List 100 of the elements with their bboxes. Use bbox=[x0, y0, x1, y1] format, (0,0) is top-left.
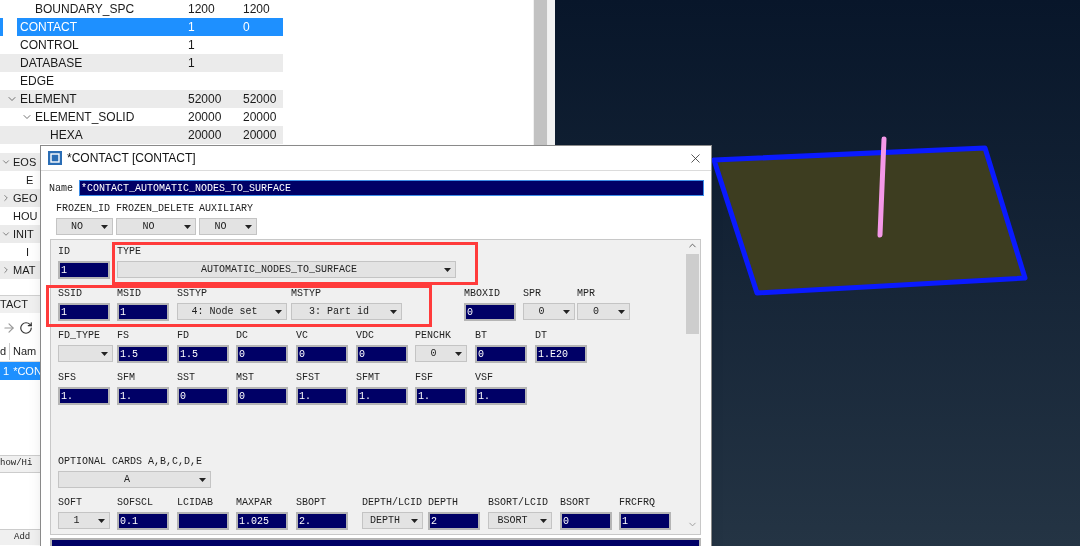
field-label: BT bbox=[475, 329, 487, 343]
column-header[interactable]: d bbox=[0, 343, 10, 360]
input-field[interactable]: 0.1 bbox=[117, 512, 169, 530]
input-field[interactable] bbox=[177, 512, 229, 530]
input-field[interactable]: 1. bbox=[296, 387, 348, 405]
text-field[interactable] bbox=[50, 538, 701, 546]
field-label: DEPTH bbox=[428, 496, 458, 510]
field-label: VSF bbox=[475, 371, 493, 385]
dropdown[interactable]: 0 bbox=[523, 303, 575, 320]
field-label: FRCFRQ bbox=[619, 496, 655, 510]
dropdown[interactable] bbox=[58, 345, 113, 362]
input-field[interactable]: 0 bbox=[475, 345, 527, 363]
name-field[interactable]: *CONTACT_AUTOMATIC_NODES_TO_SURFACE bbox=[79, 180, 704, 196]
field-label: FD_TYPE bbox=[58, 329, 100, 343]
count-cell-text: 20000 bbox=[188, 127, 223, 144]
dropdown[interactable]: 0 bbox=[415, 345, 467, 362]
chevron-right-icon[interactable] bbox=[1, 265, 11, 275]
dropdown[interactable]: BSORT bbox=[488, 512, 552, 529]
input-field[interactable]: 1. bbox=[415, 387, 467, 405]
field-label: ID bbox=[58, 245, 70, 259]
field-label: PENCHK bbox=[415, 329, 451, 343]
dropdown[interactable]: NO bbox=[116, 218, 196, 235]
input-field[interactable]: 0 bbox=[296, 345, 348, 363]
field-label: BSORT bbox=[560, 496, 590, 510]
input-field[interactable]: 1.E20 bbox=[535, 345, 587, 363]
input-field[interactable]: 1.025 bbox=[236, 512, 288, 530]
input-field[interactable]: 0 bbox=[356, 345, 408, 363]
count-cell-text: 1200 bbox=[188, 1, 216, 18]
dropdown[interactable]: NO bbox=[199, 218, 257, 235]
chevron-down-icon[interactable] bbox=[1, 229, 11, 239]
tree-label: BOUNDARY_SPC bbox=[35, 1, 135, 18]
count-cell-text: 1 bbox=[188, 19, 196, 36]
field-label: FROZEN_ID bbox=[56, 203, 111, 215]
field-label: DC bbox=[236, 329, 248, 343]
chevron-down-icon[interactable] bbox=[1, 157, 11, 167]
tree-row[interactable]: DATABASE 1 bbox=[0, 54, 283, 72]
caret-icon bbox=[199, 477, 206, 482]
tree-label: EDGE bbox=[20, 73, 54, 90]
field-label: TYPE bbox=[117, 245, 141, 259]
input-field[interactable]: 1. bbox=[117, 387, 169, 405]
input-field[interactable]: 2 bbox=[428, 512, 480, 530]
dropdown[interactable]: 4: Node set bbox=[177, 303, 287, 320]
input-field[interactable]: 1. bbox=[356, 387, 408, 405]
input-field[interactable]: 1 bbox=[117, 303, 169, 321]
dropdown[interactable]: AUTOMATIC_NODES_TO_SURFACE bbox=[117, 261, 456, 278]
tree-row[interactable]: HEXA 20000 20000 bbox=[0, 126, 283, 144]
show-hide-button[interactable]: how/Hi bbox=[0, 455, 40, 473]
chevron-right-icon[interactable] bbox=[1, 193, 11, 203]
field-label: VC bbox=[296, 329, 308, 343]
field-label: FROZEN_DELETE bbox=[116, 203, 195, 215]
scroll-thumb[interactable] bbox=[534, 0, 547, 145]
dropdown[interactable]: NO bbox=[56, 218, 113, 235]
input-field[interactable]: 1.5 bbox=[117, 345, 169, 363]
input-field[interactable]: 0 bbox=[236, 387, 288, 405]
field-label: SPR bbox=[523, 287, 541, 301]
tree-label: CONTACT bbox=[20, 19, 78, 36]
input-field[interactable]: 0 bbox=[464, 303, 516, 321]
dropdown[interactable]: 0 bbox=[577, 303, 630, 320]
caret-icon bbox=[411, 518, 418, 523]
input-field[interactable]: 1. bbox=[475, 387, 527, 405]
column-header[interactable]: Nam bbox=[10, 343, 37, 360]
input-field[interactable]: 1 bbox=[619, 512, 671, 530]
caret-icon bbox=[390, 309, 397, 314]
tree-row[interactable]: ELEMENT 52000 52000 bbox=[0, 90, 283, 108]
dropdown[interactable]: 3: Part id bbox=[291, 303, 402, 320]
field-label: VDC bbox=[356, 329, 374, 343]
input-field[interactable]: 0 bbox=[177, 387, 229, 405]
app-icon bbox=[48, 151, 62, 165]
window-title: *CONTACT [CONTACT] bbox=[67, 150, 197, 167]
caret-icon bbox=[618, 309, 625, 314]
input-field[interactable]: 2. bbox=[296, 512, 348, 530]
count-cell-text: 52000 bbox=[243, 91, 277, 108]
input-field[interactable]: 0 bbox=[560, 512, 612, 530]
add-button[interactable]: Add bbox=[0, 529, 40, 545]
scroll-thumb[interactable] bbox=[686, 254, 699, 334]
field-label: MAXPAR bbox=[236, 496, 272, 510]
field-label: OPTIONAL CARDS A,B,C,D,E bbox=[58, 455, 204, 469]
tree-label: HEXA bbox=[50, 127, 83, 144]
count-cell-text: 1200 bbox=[243, 1, 270, 18]
field-label: AUXILIARY bbox=[199, 203, 254, 215]
field-label: BSORT/LCID bbox=[488, 496, 548, 510]
dropdown[interactable]: DEPTH bbox=[362, 512, 423, 529]
refresh-icon[interactable] bbox=[19, 321, 33, 335]
input-field[interactable]: 0 bbox=[236, 345, 288, 363]
field-label: FD bbox=[177, 329, 189, 343]
tree-label: HOU bbox=[13, 208, 38, 224]
input-field[interactable]: 1 bbox=[58, 303, 110, 321]
input-field[interactable]: 1 bbox=[58, 261, 110, 279]
input-field[interactable]: 1.5 bbox=[177, 345, 229, 363]
tree-label: ELEMENT bbox=[20, 91, 77, 108]
field-label: SFMT bbox=[356, 371, 380, 385]
field-label: SOFSCL bbox=[117, 496, 153, 510]
tree-label: I bbox=[26, 244, 30, 260]
count-cell-text: 1 bbox=[188, 37, 196, 54]
count-cell-text: 1 bbox=[188, 55, 196, 72]
tree-label: ELEMENT_SOLID bbox=[35, 109, 135, 126]
dropdown[interactable]: 1 bbox=[58, 512, 110, 529]
dropdown[interactable]: A bbox=[58, 471, 211, 488]
input-field[interactable]: 1. bbox=[58, 387, 110, 405]
tree-label: E bbox=[26, 172, 34, 188]
